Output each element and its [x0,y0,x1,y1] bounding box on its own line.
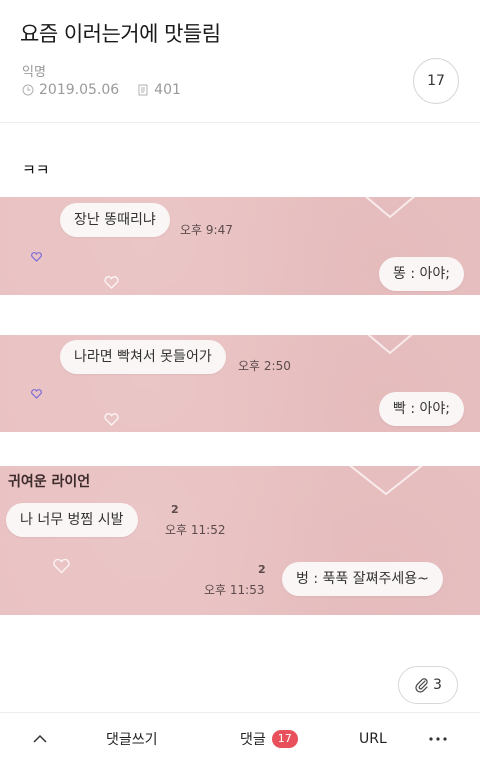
url-button[interactable]: URL [359,713,387,763]
small-heart-icon [31,389,42,399]
more-icon [429,736,447,741]
chat-image-1: 장난 똥때리냐 오후 9:47 똥 : 아야; [0,197,480,295]
small-heart-icon [104,276,119,289]
chat-bubble: 나라면 빡쳐서 못들어가 [60,340,226,374]
header-divider [0,122,480,123]
post-view-count: 401 [154,82,181,98]
chat-bubble: 장난 똥때리냐 [60,203,170,237]
chat-time: 오후 11:52 [165,523,226,537]
unread-count: 2 [171,503,179,516]
reply-bubble: 빡 : 아야; [379,392,464,426]
chat-bubble: 나 너무 벙찜 시발 [6,503,138,537]
post-views: 401 [137,82,181,98]
write-comment-button[interactable]: 댓글쓰기 [106,713,158,763]
small-heart-icon [104,413,119,426]
document-icon [138,84,148,96]
chat-time: 오후 11:53 [204,583,265,597]
url-label: URL [359,730,387,747]
bottom-action-bar: 댓글쓰기 댓글 17 URL [0,712,480,763]
chat-time: 오후 2:50 [238,359,291,373]
post-title: 요즘 이러는거에 맛들림 [20,22,221,46]
unread-count: 2 [258,563,266,576]
more-button[interactable] [429,713,447,763]
comment-count: 17 [427,73,445,89]
chat-sender: 귀여운 라이언 [8,474,91,490]
post-body-text: ㅋㅋ [22,161,50,179]
attachment-count: 3 [433,677,442,693]
chat-image-3: 귀여운 라이언 나 너무 벙찜 시발 2 오후 11:52 2 오후 11:53… [0,466,480,615]
post-author: 익명 [22,65,46,80]
comments-badge: 17 [271,729,298,748]
chevron-up-icon [33,734,47,743]
heart-outline-icon [348,466,424,496]
small-heart-icon [31,252,42,262]
chat-time: 오후 9:47 [180,223,233,237]
attachment-button[interactable]: 3 [398,666,458,704]
small-heart-icon [53,559,70,574]
reply-bubble: 똥 : 아야; [379,257,464,291]
scroll-top-button[interactable] [32,713,48,763]
heart-outline-icon [367,335,413,355]
comment-count-button[interactable]: 17 [413,58,459,104]
clock-icon [22,84,34,96]
post-meta: 2019.05.06 401 [22,82,181,98]
comments-label: 댓글 [240,731,266,748]
heart-outline-icon [364,197,416,219]
paperclip-icon [415,678,428,693]
post-date: 2019.05.06 [39,82,120,98]
comments-button[interactable]: 댓글 17 [240,713,298,763]
chat-image-2: 나라면 빡쳐서 못들어가 오후 2:50 빡 : 아야; [0,335,480,432]
write-comment-label: 댓글쓰기 [106,731,158,748]
reply-bubble: 벙 : 푹푹 잘쪄주세용~ [282,562,443,596]
